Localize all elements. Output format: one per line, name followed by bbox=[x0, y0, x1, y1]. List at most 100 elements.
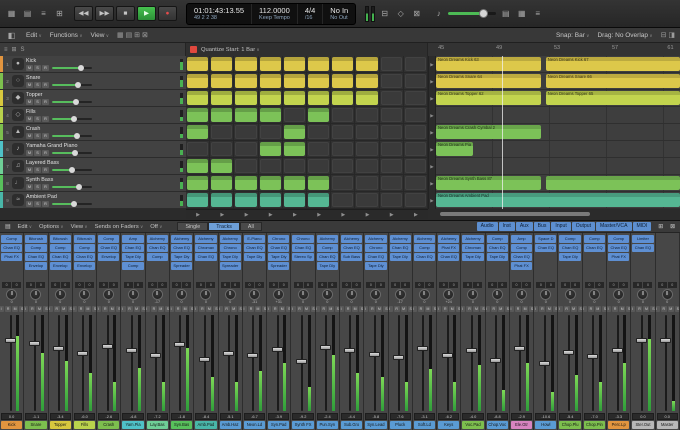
loop-cell[interactable] bbox=[283, 141, 308, 157]
plugin-slot[interactable]: Space D bbox=[535, 235, 557, 243]
track-volume-slider[interactable] bbox=[52, 149, 92, 156]
plugin-slot[interactable]: Limiter bbox=[632, 235, 654, 243]
track-volume-slider[interactable] bbox=[52, 64, 92, 71]
loop-cell[interactable] bbox=[355, 107, 380, 123]
input-monitor-button[interactable]: I bbox=[145, 306, 150, 312]
scene-trigger-icon[interactable]: ▶ bbox=[210, 210, 234, 219]
input-monitor-button[interactable]: I bbox=[339, 306, 345, 312]
channel-fader[interactable] bbox=[292, 313, 313, 413]
channel-name[interactable]: Fills bbox=[73, 421, 96, 429]
channel-name[interactable]: Topper bbox=[49, 421, 71, 429]
plugin-slot[interactable]: Tape Dly bbox=[486, 253, 508, 261]
plugin-slot[interactable]: Chan EQ bbox=[73, 253, 96, 261]
record-enable-button[interactable]: R bbox=[42, 200, 49, 207]
record-enable-button[interactable]: R bbox=[466, 306, 473, 312]
plugin-slot[interactable]: Chan EQ bbox=[438, 253, 460, 261]
loop-cell[interactable] bbox=[234, 192, 259, 208]
loop-cell[interactable] bbox=[283, 73, 308, 89]
loop-cell[interactable] bbox=[380, 56, 404, 72]
loop-cell[interactable] bbox=[307, 73, 332, 89]
mute-button[interactable]: M bbox=[279, 306, 286, 312]
plugin-slot[interactable]: Chrono bbox=[219, 244, 241, 252]
grid-view-icon[interactable]: ⊞ bbox=[12, 46, 17, 53]
loop-cell[interactable] bbox=[210, 56, 235, 72]
mute-button[interactable]: M bbox=[12, 306, 19, 312]
mute-button[interactable]: M bbox=[157, 306, 164, 312]
channel-fader[interactable] bbox=[74, 313, 95, 413]
input-monitor-button[interactable]: I bbox=[97, 306, 102, 312]
pan-knob[interactable] bbox=[224, 289, 236, 300]
record-enable-button[interactable]: R bbox=[515, 306, 522, 312]
loop-cell[interactable] bbox=[307, 175, 332, 191]
scene-trigger-icon[interactable]: ▶ bbox=[404, 210, 428, 219]
loop-cell[interactable] bbox=[259, 175, 283, 191]
input-monitor-button[interactable]: I bbox=[121, 306, 126, 312]
loop-cell[interactable] bbox=[234, 56, 259, 72]
record-enable-button[interactable]: R bbox=[563, 306, 570, 312]
region[interactable]: Neon Dreams Synth Bass 87 bbox=[436, 176, 541, 190]
row-play-icon[interactable]: ▶ bbox=[429, 175, 435, 192]
plugin-slot[interactable]: Chan EQ bbox=[292, 244, 314, 252]
channel-fader[interactable] bbox=[390, 313, 411, 413]
plugin-slot[interactable]: Tape Dly bbox=[268, 253, 290, 261]
plugin-slot[interactable]: Comp bbox=[98, 235, 120, 243]
record-enable-button[interactable]: R bbox=[42, 98, 49, 105]
channel-name[interactable]: Syn.Pad bbox=[268, 421, 290, 429]
solo-button[interactable]: S bbox=[34, 183, 41, 190]
plugin-slot[interactable]: Bitcrush bbox=[25, 235, 47, 243]
plugin-slot[interactable]: Spreader bbox=[219, 262, 241, 270]
mute-button[interactable]: M bbox=[400, 306, 407, 312]
pan-knob[interactable] bbox=[443, 289, 455, 300]
track-header[interactable]: 9 ≈ Ambient Pad M S R bbox=[0, 192, 186, 209]
solo-button[interactable]: S bbox=[34, 149, 41, 156]
plugin-slot[interactable]: Tape Dly bbox=[559, 253, 581, 261]
loop-cell[interactable] bbox=[210, 90, 235, 106]
view-button-tracks[interactable]: Tracks bbox=[208, 222, 240, 231]
mute-button[interactable]: M bbox=[26, 183, 33, 190]
record-enable-button[interactable]: R bbox=[126, 306, 133, 312]
loop-cell[interactable] bbox=[186, 192, 211, 208]
sends-on-faders-menu[interactable]: Sends on Faders bbox=[95, 224, 144, 230]
mute-button[interactable]: M bbox=[327, 306, 334, 312]
loop-cell[interactable] bbox=[331, 56, 356, 72]
channel-fader[interactable] bbox=[1, 313, 22, 413]
region[interactable]: Neon Dreams Snare 64 bbox=[436, 74, 541, 88]
plugin-slot[interactable]: Envelop bbox=[73, 262, 96, 270]
mute-button[interactable]: M bbox=[133, 306, 140, 312]
plugin-slot[interactable]: Alchemy bbox=[146, 235, 168, 243]
record-enable-button[interactable]: R bbox=[42, 132, 49, 139]
fader-cap[interactable] bbox=[538, 361, 550, 367]
mixer-menu-view[interactable]: View bbox=[71, 224, 88, 230]
plugin-slot[interactable]: Spreader bbox=[170, 262, 193, 270]
plugin-slot[interactable]: Comp bbox=[510, 244, 533, 252]
loop-cell[interactable] bbox=[186, 175, 211, 191]
pan-knob[interactable] bbox=[176, 289, 188, 300]
channel-fader[interactable] bbox=[244, 313, 265, 413]
input-monitor-button[interactable]: I bbox=[315, 306, 320, 312]
track-volume-slider[interactable] bbox=[52, 132, 92, 139]
menu-edit[interactable]: Edit bbox=[26, 32, 42, 39]
pan-knob[interactable] bbox=[418, 289, 430, 300]
track-volume-slider[interactable] bbox=[52, 200, 92, 207]
plugin-slot[interactable]: Chromav bbox=[195, 244, 217, 252]
record-enable-button[interactable]: R bbox=[42, 64, 49, 71]
record-enable-button[interactable]: R bbox=[296, 306, 303, 312]
timeline-track-lane[interactable]: Neon Dreams Snare 64 Neon Dreams Snare 66 bbox=[436, 73, 680, 90]
region[interactable]: Neon Dreams Kick 63 bbox=[436, 57, 541, 71]
plugin-slot[interactable]: Comp bbox=[25, 244, 47, 252]
loop-cell[interactable] bbox=[210, 175, 235, 191]
plugin-slot[interactable]: Phat FX bbox=[510, 262, 533, 270]
loop-cell[interactable] bbox=[307, 192, 332, 208]
notes-icon[interactable]: ▦ bbox=[515, 7, 528, 20]
loop-cell[interactable] bbox=[234, 175, 259, 191]
channel-fader[interactable] bbox=[608, 313, 629, 413]
fader-cap[interactable] bbox=[368, 351, 380, 357]
loop-cell[interactable] bbox=[380, 141, 404, 157]
loop-cell[interactable] bbox=[355, 141, 380, 157]
mute-button[interactable]: M bbox=[376, 306, 383, 312]
plugin-slot[interactable]: Comp bbox=[1, 235, 23, 243]
track-volume-slider[interactable] bbox=[52, 166, 92, 173]
inspector-icon[interactable]: ≡ bbox=[37, 7, 50, 20]
loop-cell[interactable] bbox=[380, 90, 404, 106]
channel-name[interactable]: Howl bbox=[535, 421, 557, 429]
